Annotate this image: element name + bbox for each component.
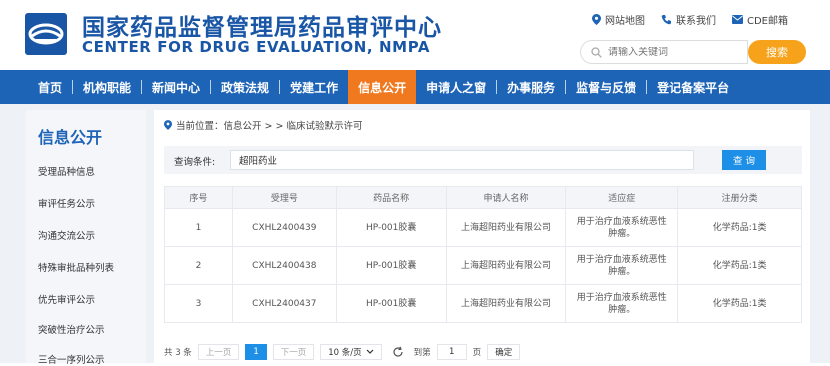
sidebar-title: 信息公开 xyxy=(38,128,103,147)
sidebar-item-accepted[interactable]: 受理品种信息 xyxy=(38,164,95,178)
location-pin-icon xyxy=(164,120,172,130)
sidebar: 信息公开 受理品种信息 审评任务公示 沟通交流公示 特殊审批品种列表 优先审评公… xyxy=(26,110,146,366)
mail-icon xyxy=(732,15,743,24)
site-title-cn: 国家药品监督管理局药品审评中心 xyxy=(82,15,442,41)
cde-logo-icon[interactable] xyxy=(24,12,68,56)
cell-indication: 用于治疗血液系统恶性肿瘤。 xyxy=(565,208,679,247)
cell-applicant: 上海超阳药业有限公司 xyxy=(445,284,567,323)
cell-index: 2 xyxy=(164,246,233,285)
table-row[interactable]: 2 CXHL2400438 HP-001胶囊 上海超阳药业有限公司 用于治疗血液… xyxy=(164,246,802,285)
goto-label: 到第 xyxy=(413,348,431,358)
query-bar: 查询条件: 超阳药业 查 询 xyxy=(164,146,802,174)
top-links: 网站地图 联系我们 CDE邮箱 xyxy=(592,12,788,27)
nav-party[interactable]: 党建工作 xyxy=(280,70,348,104)
chevron-down-icon xyxy=(366,349,374,354)
cde-mail-link[interactable]: CDE邮箱 xyxy=(732,12,788,27)
query-input[interactable]: 超阳药业 xyxy=(230,150,694,170)
sitemap-link[interactable]: 网站地图 xyxy=(592,12,645,27)
header-acceptance-no: 受理号 xyxy=(231,186,337,209)
cell-drug-name: HP-001胶囊 xyxy=(335,246,447,285)
cell-index: 3 xyxy=(164,284,233,323)
sidebar-item-communication[interactable]: 沟通交流公示 xyxy=(38,228,95,242)
cde-mail-label: CDE邮箱 xyxy=(747,16,789,27)
main-nav: 首页 机构职能 新闻中心 政策法规 党建工作 信息公开 申请人之窗 办事服务 监… xyxy=(0,70,830,104)
table-row[interactable]: 3 CXHL2400437 HP-001胶囊 上海超阳药业有限公司 用于治疗血液… xyxy=(164,284,802,323)
breadcrumb-text: 当前位置：信息公开 > > 临床试验默示许可 xyxy=(176,121,363,132)
header-drug-name: 药品名称 xyxy=(335,186,447,209)
page-size-value: 10 条/页 xyxy=(328,348,362,358)
site-header: 国家药品监督管理局药品审评中心 CENTER FOR DRUG EVALUATI… xyxy=(0,0,830,70)
search-input[interactable] xyxy=(608,46,738,58)
total-count: 共 3 条 xyxy=(164,348,192,358)
query-button[interactable]: 查 询 xyxy=(722,150,766,170)
goto-confirm-button[interactable]: 确定 xyxy=(487,344,521,360)
header-indication: 适应症 xyxy=(565,186,679,209)
cell-index: 1 xyxy=(164,208,233,247)
location-pin-icon xyxy=(592,14,601,25)
nav-applicant[interactable]: 申请人之窗 xyxy=(416,70,496,104)
cell-acceptance-no: CXHL2400437 xyxy=(231,284,337,323)
breadcrumb: 当前位置：信息公开 > > 临床试验默示许可 xyxy=(164,118,362,132)
page-1-button[interactable]: 1 xyxy=(245,344,267,360)
nav-news[interactable]: 新闻中心 xyxy=(142,70,210,104)
header-classification: 注册分类 xyxy=(677,186,802,209)
cell-classification: 化学药品:1类 xyxy=(677,208,802,247)
cell-indication: 用于治疗血液系统恶性肿瘤。 xyxy=(565,284,679,323)
sitemap-label: 网站地图 xyxy=(605,16,645,27)
cell-applicant: 上海超阳药业有限公司 xyxy=(445,208,567,247)
nav-info-disclosure[interactable]: 信息公开 xyxy=(348,70,417,104)
cell-acceptance-no: CXHL2400439 xyxy=(231,208,337,247)
cell-indication: 用于治疗血液系统恶性肿瘤。 xyxy=(565,246,679,285)
prev-page-button[interactable]: 上一页 xyxy=(197,344,240,360)
sidebar-item-breakthrough[interactable]: 突破性治疗公示 xyxy=(38,322,105,336)
cell-classification: 化学药品:1类 xyxy=(677,246,802,285)
search-icon xyxy=(591,46,602,58)
page-unit-label: 页 xyxy=(472,348,482,358)
header-applicant: 申请人名称 xyxy=(445,186,567,209)
refresh-icon[interactable] xyxy=(392,346,404,358)
main-content: 当前位置：信息公开 > > 临床试验默示许可 查询条件: 超阳药业 查 询 序号… xyxy=(154,110,810,363)
cell-drug-name: HP-001胶囊 xyxy=(335,208,447,247)
nav-functions[interactable]: 机构职能 xyxy=(73,70,141,104)
query-label: 查询条件: xyxy=(174,157,216,168)
sidebar-item-special-approval[interactable]: 特殊审批品种列表 xyxy=(38,260,114,274)
cell-applicant: 上海超阳药业有限公司 xyxy=(445,246,567,285)
site-title-en: CENTER FOR DRUG EVALUATION, NMPA xyxy=(82,38,431,56)
goto-page-input[interactable]: 1 xyxy=(436,344,467,360)
sidebar-item-priority-review[interactable]: 优先审评公示 xyxy=(38,292,95,306)
nav-registration[interactable]: 登记备案平台 xyxy=(647,70,739,104)
sidebar-item-review-tasks[interactable]: 审评任务公示 xyxy=(38,196,95,210)
page-size-select[interactable]: 10 条/页 xyxy=(320,344,382,360)
nav-feedback[interactable]: 监督与反馈 xyxy=(566,70,646,104)
next-page-button[interactable]: 下一页 xyxy=(272,344,315,360)
results-table: 序号 受理号 药品名称 申请人名称 适应症 注册分类 1 CXHL2400439… xyxy=(164,186,802,323)
phone-icon xyxy=(661,15,671,25)
search-button[interactable]: 搜索 xyxy=(748,40,806,64)
cell-classification: 化学药品:1类 xyxy=(677,284,802,323)
table-header-row: 序号 受理号 药品名称 申请人名称 适应症 注册分类 xyxy=(164,186,802,209)
cell-drug-name: HP-001胶囊 xyxy=(335,284,447,323)
cell-acceptance-no: CXHL2400438 xyxy=(231,246,337,285)
contact-link[interactable]: 联系我们 xyxy=(661,12,716,27)
contact-label: 联系我们 xyxy=(676,16,716,27)
nav-policy[interactable]: 政策法规 xyxy=(211,70,279,104)
table-row[interactable]: 1 CXHL2400439 HP-001胶囊 上海超阳药业有限公司 用于治疗血液… xyxy=(164,208,802,247)
search-box xyxy=(580,40,748,64)
nav-home[interactable]: 首页 xyxy=(28,70,72,104)
pagination: 共 3 条 上一页 1 下一页 10 条/页 到第 1 页 确定 xyxy=(164,344,521,360)
header-index: 序号 xyxy=(164,186,233,209)
sidebar-item-three-in-one[interactable]: 三合一序列公示 xyxy=(38,352,105,366)
nav-services[interactable]: 办事服务 xyxy=(497,70,565,104)
